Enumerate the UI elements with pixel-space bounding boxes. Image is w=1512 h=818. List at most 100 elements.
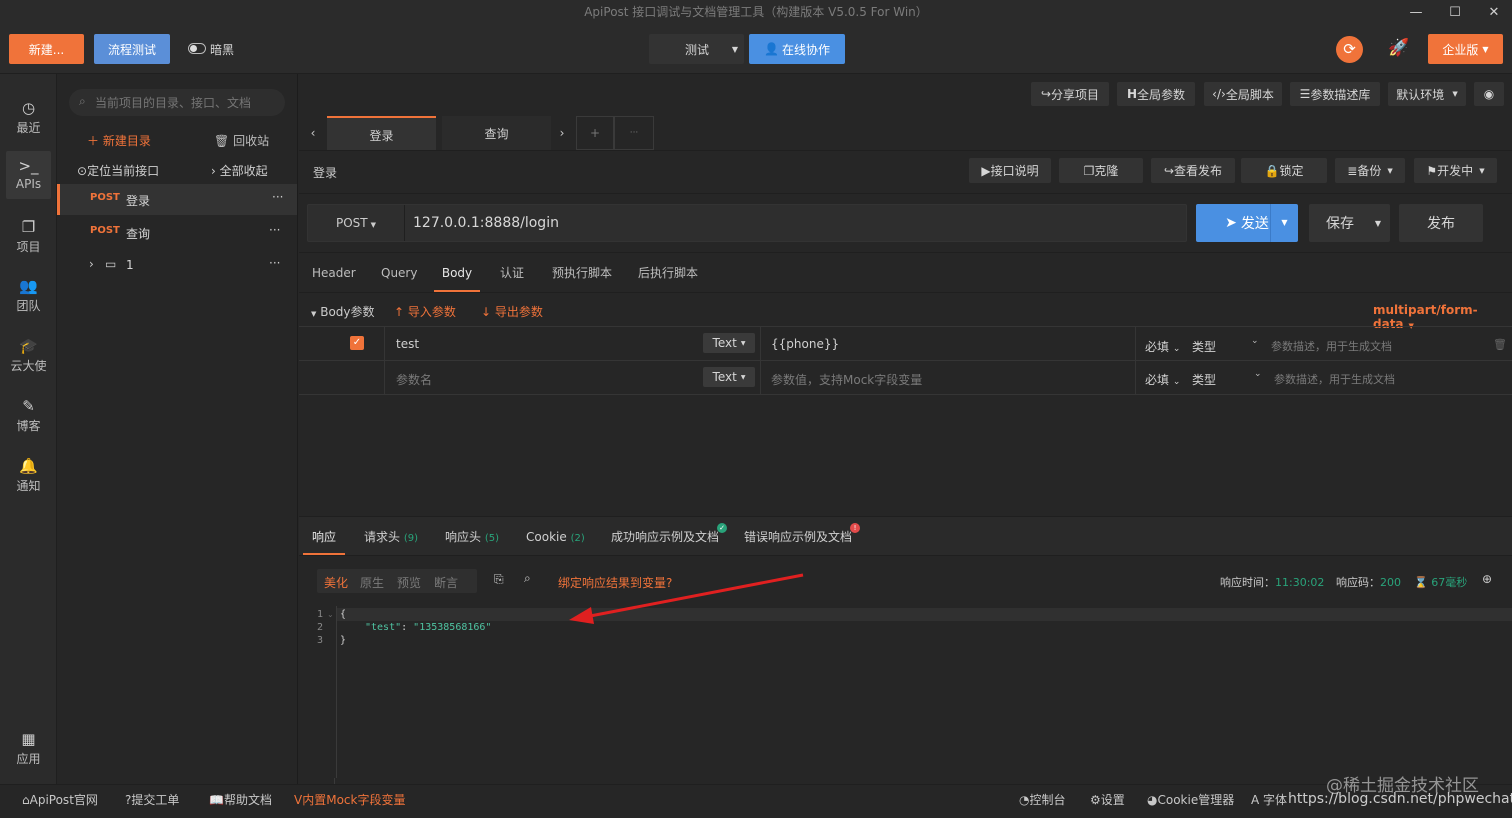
enterprise-button[interactable]: 企业版 ▼ — [1428, 34, 1503, 64]
nav-item-recent[interactable]: ◷ 最近 — [6, 93, 51, 141]
nav-item-ambassador[interactable]: 🎓 云大使 — [6, 331, 51, 379]
flow-test-button[interactable]: 流程测试 — [94, 34, 170, 64]
chevron-down-icon[interactable]: ▼ — [1270, 204, 1298, 242]
param-type-select[interactable]: Text ▼ — [703, 333, 755, 353]
mode-raw[interactable]: 原生 — [360, 574, 384, 591]
url-input[interactable] — [413, 211, 1173, 235]
nav-item-blog[interactable]: ✎ 博客 — [6, 391, 51, 439]
cookie-manager-button[interactable]: ◕Cookie管理器 — [1147, 785, 1234, 815]
mode-beautify[interactable]: 美化 — [324, 574, 348, 591]
param-name-placeholder[interactable]: 参数名 — [396, 371, 432, 388]
tab-auth[interactable]: 认证 — [500, 262, 524, 292]
default-env-select[interactable]: 默认环境 ▼ — [1388, 82, 1466, 106]
tab-request-headers[interactable]: 请求头 (9) — [364, 517, 418, 559]
maximize-button[interactable]: ☐ — [1436, 0, 1474, 25]
value-type-select[interactable]: 类型 — [1192, 371, 1216, 388]
new-button[interactable]: 新建... — [9, 34, 84, 64]
more-icon[interactable]: ··· — [269, 223, 280, 237]
required-select[interactable]: 必填 ⌄ — [1145, 338, 1180, 355]
dark-mode-toggle[interactable] — [188, 43, 206, 54]
param-value-placeholder[interactable]: 参数值，支持Mock字段变量 — [771, 371, 922, 388]
more-icon[interactable]: ··· — [272, 190, 283, 204]
new-tab-button[interactable]: + — [576, 116, 614, 150]
row-checkbox[interactable]: ✓ — [350, 336, 364, 350]
eye-icon[interactable]: ◉ — [1474, 82, 1504, 106]
copy-icon[interactable]: ⎘ — [494, 572, 504, 587]
export-params-button[interactable]: ↓ 导出参数 — [481, 303, 543, 320]
status-select[interactable]: ⚑ 开发中 ▼ — [1414, 158, 1497, 183]
tab-body[interactable]: Body — [434, 262, 480, 292]
tab-response[interactable]: 响应 — [303, 517, 345, 555]
collapse-all-button[interactable]: › 全部收起 — [211, 162, 268, 179]
font-button[interactable]: A 字体 — [1251, 785, 1287, 815]
nav-item-project[interactable]: ❐ 项目 — [6, 212, 51, 260]
help-docs-link[interactable]: 📖帮助文档 — [209, 785, 272, 815]
clone-button[interactable]: ❐ 克隆 — [1059, 158, 1143, 183]
import-params-button[interactable]: ↑ 导入参数 — [394, 303, 456, 320]
body-params-toggle[interactable]: ▼ Body参数 — [311, 303, 375, 320]
global-params-button[interactable]: H 全局参数 — [1117, 82, 1195, 106]
api-doc-button[interactable]: ▶ 接口说明 — [969, 158, 1051, 183]
chevron-down-icon[interactable]: ⌄ — [1254, 369, 1262, 379]
tree-search-input[interactable] — [95, 93, 275, 112]
param-desc-library-button[interactable]: ☰ 参数描述库 — [1290, 82, 1380, 106]
tree-search[interactable]: ⌕ — [69, 89, 285, 116]
param-description[interactable]: 参数描述，用于生成文档 — [1271, 338, 1392, 354]
tab-query-params[interactable]: Query — [381, 262, 417, 292]
tab-login[interactable]: 登录 — [327, 116, 436, 150]
param-description[interactable]: 参数描述，用于生成文档 — [1274, 371, 1395, 387]
global-script-button[interactable]: ‹/› 全局脚本 — [1204, 82, 1282, 106]
mode-preview[interactable]: 预览 — [397, 574, 421, 591]
mock-vars-link[interactable]: V内置Mock字段变量 — [294, 785, 405, 815]
required-select[interactable]: 必填 ⌄ — [1145, 371, 1180, 388]
recycle-bin-button[interactable]: 🗑 回收站 — [214, 132, 269, 149]
tree-item-login[interactable]: POST 登录 ··· — [57, 184, 297, 215]
nav-item-team[interactable]: 👥 团队 — [6, 271, 51, 319]
download-icon[interactable]: ⊕ — [1482, 572, 1492, 586]
nav-item-notify[interactable]: 🔔 通知 — [6, 451, 51, 499]
rocket-icon[interactable]: 🚀 — [1385, 34, 1413, 62]
official-site-link[interactable]: ⌂ApiPost官网 — [22, 785, 98, 815]
send-button[interactable]: ➤ 发送 ▼ — [1196, 204, 1298, 242]
online-collab-button[interactable]: 👤 在线协作 — [749, 34, 845, 64]
settings-button[interactable]: ⚙设置 — [1090, 785, 1125, 815]
nav-item-apis[interactable]: >_ APIs — [6, 151, 51, 199]
tab-success-example[interactable]: 成功响应示例及文档 — [611, 517, 719, 557]
environment-select[interactable]: 测试 ▼ — [649, 34, 744, 64]
close-button[interactable]: ✕ — [1475, 0, 1512, 25]
tab-header[interactable]: Header — [312, 262, 356, 292]
sync-icon[interactable]: ⟳ — [1336, 36, 1363, 63]
share-project-button[interactable]: ↪ 分享项目 — [1031, 82, 1109, 106]
mode-assert[interactable]: 断言 — [434, 574, 458, 591]
chevron-down-icon[interactable]: ⌄ — [1251, 336, 1259, 346]
publish-button[interactable]: 发布 — [1399, 204, 1483, 242]
tree-item-query[interactable]: POST 查询 ··· — [57, 217, 297, 248]
method-select[interactable]: POST ▼ — [308, 205, 405, 241]
more-icon[interactable]: ··· — [269, 256, 280, 270]
new-directory-button[interactable]: ＋ 新建目录 — [87, 132, 151, 149]
chevron-down-icon[interactable]: ▼ — [1375, 219, 1381, 228]
tab-cookie[interactable]: Cookie (2) — [526, 517, 585, 559]
tab-error-example[interactable]: 错误响应示例及文档 — [744, 517, 852, 557]
tab-query[interactable]: 查询 — [442, 116, 551, 150]
locate-current-button[interactable]: ⊙定位当前接口 — [77, 162, 159, 179]
param-name[interactable]: test — [396, 337, 419, 351]
lock-button[interactable]: 🔒 锁定 — [1241, 158, 1327, 183]
tab-pre-script[interactable]: 预执行脚本 — [552, 262, 612, 292]
param-type-select[interactable]: Text ▼ — [703, 367, 755, 387]
tab-post-script[interactable]: 后执行脚本 — [638, 262, 698, 292]
nav-item-apps[interactable]: ▦ 应用 — [6, 724, 51, 772]
tabs-prev-button[interactable]: ‹ — [299, 116, 327, 150]
fold-icon[interactable]: ⌄ — [327, 610, 334, 619]
value-type-select[interactable]: 类型 — [1192, 338, 1216, 355]
delete-icon[interactable]: 🗑 — [1493, 338, 1507, 351]
tabs-next-button[interactable]: › — [551, 116, 573, 150]
view-publish-button[interactable]: ↪ 查看发布 — [1151, 158, 1235, 183]
tree-item-folder[interactable]: › ▭ 1 ··· — [57, 250, 297, 281]
backup-button[interactable]: ≣ 备份 ▼ — [1335, 158, 1405, 183]
submit-ticket-link[interactable]: ?提交工单 — [125, 785, 179, 815]
tab-response-headers[interactable]: 响应头 (5) — [445, 517, 499, 559]
save-button[interactable]: 保存 ▼ — [1309, 204, 1390, 242]
tab-more-button[interactable]: ··· — [614, 116, 654, 150]
minimize-button[interactable]: — — [1397, 0, 1435, 25]
